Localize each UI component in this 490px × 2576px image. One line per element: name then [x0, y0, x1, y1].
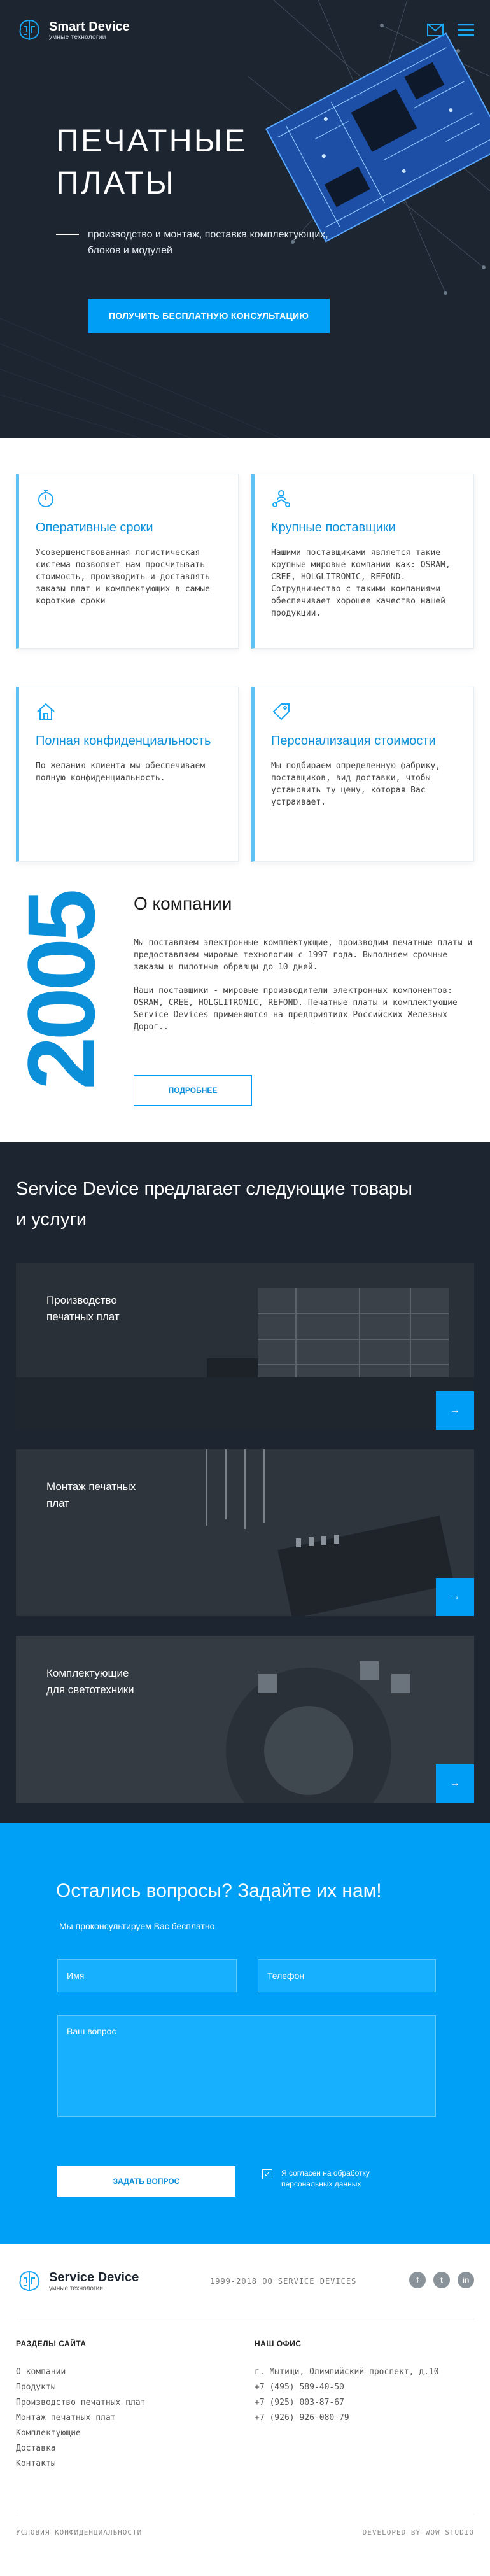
question-textarea[interactable]: Ваш вопрос: [57, 2015, 436, 2117]
phone-input[interactable]: Телефон: [258, 1959, 436, 1992]
office-phone[interactable]: +7 (926) 926-080-79: [255, 2411, 439, 2426]
feature-text: Усовершенствованная логистическая систем…: [36, 548, 210, 606]
year-text: 2005: [17, 891, 106, 1090]
name-input[interactable]: Имя: [57, 1959, 237, 1992]
contact-title: Остались вопросы? Задайте их нам!: [56, 1880, 382, 1901]
about-section: 2005 О компании Мы поставляем электронны…: [0, 868, 490, 1142]
arrow-right-icon[interactable]: →: [436, 1391, 474, 1430]
about-paragraph-1: Мы поставляем электронные комплектующие,…: [134, 938, 473, 972]
office-phone[interactable]: +7 (495) 589-40-50: [255, 2380, 439, 2395]
feature-card-confidential: Полная конфиденциальность По желанию кли…: [16, 687, 239, 862]
stopwatch-icon: [38, 490, 53, 507]
hero-subtitle-text: производство и монтаж, поставка комплект…: [88, 229, 328, 256]
footer-link-products[interactable]: Продукты: [16, 2380, 146, 2395]
brand-name: Smart Device: [49, 19, 130, 34]
service-card-lighting-components[interactable]: Комплектующие для светотехники →: [16, 1636, 474, 1803]
year-2005-graphic: 2005: [17, 891, 106, 1090]
hero-title-line2: ПЛАТЫ: [56, 165, 176, 201]
consent-checkbox-row[interactable]: ✓ Я согласен на обработку персональных д…: [262, 2168, 409, 2190]
services-section: Service Device предлагает следующие това…: [0, 1142, 490, 1823]
arrow-right-icon[interactable]: →: [436, 1764, 474, 1803]
mail-icon[interactable]: [427, 24, 444, 36]
copyright: 1999-2018 ОО SERVICE DEVICES: [210, 2277, 357, 2286]
contact-form-section: Остались вопросы? Задайте их нам! Мы про…: [0, 1823, 490, 2244]
hero-title: ПЕЧАТНЫЕ ПЛАТЫ: [56, 120, 247, 204]
free-consultation-button[interactable]: ПОЛУЧИТЬ БЕСПЛАТНУЮ КОНСУЛЬТАЦИЮ: [88, 299, 330, 333]
service-title: Комплектующие для светотехники: [46, 1667, 134, 1696]
contact-lead: Мы проконсультируем Вас бесплатно: [59, 1921, 215, 1931]
hero-title-line1: ПЕЧАТНЫЕ: [56, 123, 248, 158]
brand-tagline: умные технологии: [49, 33, 106, 41]
menu-icon[interactable]: [458, 24, 474, 36]
footer-link-delivery[interactable]: Доставка: [16, 2441, 146, 2456]
footer-link-pcb-assembly[interactable]: Монтаж печатных плат: [16, 2411, 146, 2426]
arrow-right-icon[interactable]: →: [436, 1578, 474, 1616]
feature-title: Полная конфиденциальность: [36, 734, 211, 748]
pcb-photo: [16, 1263, 474, 1430]
hero-subtitle: производство и монтаж, поставка комплект…: [56, 227, 355, 258]
more-button[interactable]: ПОДРОБНЕЕ: [134, 1075, 252, 1106]
footer-office: НАШ ОФИС г. Мытищи, Олимпийский проспект…: [255, 2339, 439, 2426]
service-title: Производство печатных плат: [46, 1294, 120, 1323]
consent-checkbox[interactable]: ✓: [262, 2169, 272, 2179]
footer-brand-tagline: умные технологии: [49, 2285, 103, 2292]
brain-logo-icon: [19, 2270, 39, 2292]
footer-link-about[interactable]: О компании: [16, 2365, 146, 2380]
feature-text: По желанию клиента мы обеспечиваем полну…: [36, 761, 206, 783]
footer-sections: РАЗДЕЛЫ САЙТА О компании Продукты Произв…: [16, 2339, 146, 2472]
price-tag-icon: [272, 703, 290, 721]
service-title: Монтаж печатных плат: [46, 1481, 136, 1509]
feature-text: Мы подбираем определенную фабрику, поста…: [271, 761, 441, 807]
footer-bottom-bar: УСЛОВИЯ КОНФИДЕНЦИАЛЬНОСТИ DEVELOPED BY …: [16, 2514, 474, 2537]
submit-question-button[interactable]: ЗАДАТЬ ВОПРОС: [57, 2166, 235, 2197]
site-header: Smart Device умные технологии: [16, 15, 474, 45]
service-card-pcb-assembly[interactable]: Монтаж печатных плат →: [16, 1449, 474, 1616]
feature-title: Оперативные сроки: [36, 521, 153, 535]
footer-link-pcb-production[interactable]: Производство печатных плат: [16, 2395, 146, 2411]
facebook-icon[interactable]: f: [409, 2272, 426, 2288]
feature-card-fast: Оперативные сроки Усовершенствованная ло…: [16, 474, 239, 649]
office-phone[interactable]: +7 (925) 003-87-67: [255, 2395, 439, 2411]
social-links: f t in: [409, 2272, 474, 2288]
site-footer: Service Device умные технологии 1999-201…: [0, 2244, 490, 2556]
led-photo: [16, 1636, 474, 1803]
about-title: О компании: [134, 894, 232, 913]
footer-link-components[interactable]: Комплектующие: [16, 2426, 146, 2441]
hero-section: Smart Device умные технологии ПЕЧАТНЫЕ П…: [0, 0, 490, 438]
privacy-terms-link[interactable]: УСЛОВИЯ КОНФИДЕНЦИАЛЬНОСТИ: [16, 2528, 142, 2537]
about-text: Мы поставляем электронные комплектующие,…: [134, 937, 477, 1045]
twitter-icon[interactable]: t: [433, 2272, 450, 2288]
developer-credit: DEVELOPED BY WOW STUDIO: [362, 2528, 474, 2537]
services-title: Service Device предлагает следующие това…: [16, 1179, 412, 1230]
feature-title: Персонализация стоимости: [271, 734, 436, 748]
logo[interactable]: Smart Device умные технологии: [16, 17, 130, 43]
office-address: г. Мытищи, Олимпийский проспект, д.10: [255, 2367, 439, 2377]
features-section: Оперативные сроки Усовершенствованная ло…: [0, 438, 490, 862]
footer-brand-name: Service Device: [49, 2270, 139, 2284]
feature-title: Крупные поставщики: [271, 521, 396, 535]
about-paragraph-2: Наши поставщики - мировые производители …: [134, 986, 458, 1032]
assembly-photo: [16, 1449, 474, 1616]
home-icon: [37, 703, 55, 720]
service-card-pcb-production[interactable]: Производство печатных плат →: [16, 1263, 474, 1430]
consent-label: Я согласен на обработку персональных дан…: [281, 2169, 370, 2188]
footer-office-title: НАШ ОФИС: [255, 2339, 302, 2348]
footer-link-contacts[interactable]: Контакты: [16, 2456, 146, 2472]
feature-card-suppliers: Крупные поставщики Нашими поставщиками я…: [251, 474, 474, 649]
circuit-board-image: [265, 32, 490, 243]
supplier-network-icon: [272, 490, 290, 507]
footer-logo[interactable]: Service Device умные технологии: [16, 2268, 139, 2295]
linkedin-icon[interactable]: in: [458, 2272, 474, 2288]
brain-logo-icon: [19, 19, 39, 41]
footer-sections-title: РАЗДЕЛЫ САЙТА: [16, 2339, 87, 2348]
feature-card-pricing: Персонализация стоимости Мы подбираем оп…: [251, 687, 474, 862]
feature-text: Нашими поставщиками является такие крупн…: [271, 548, 451, 618]
